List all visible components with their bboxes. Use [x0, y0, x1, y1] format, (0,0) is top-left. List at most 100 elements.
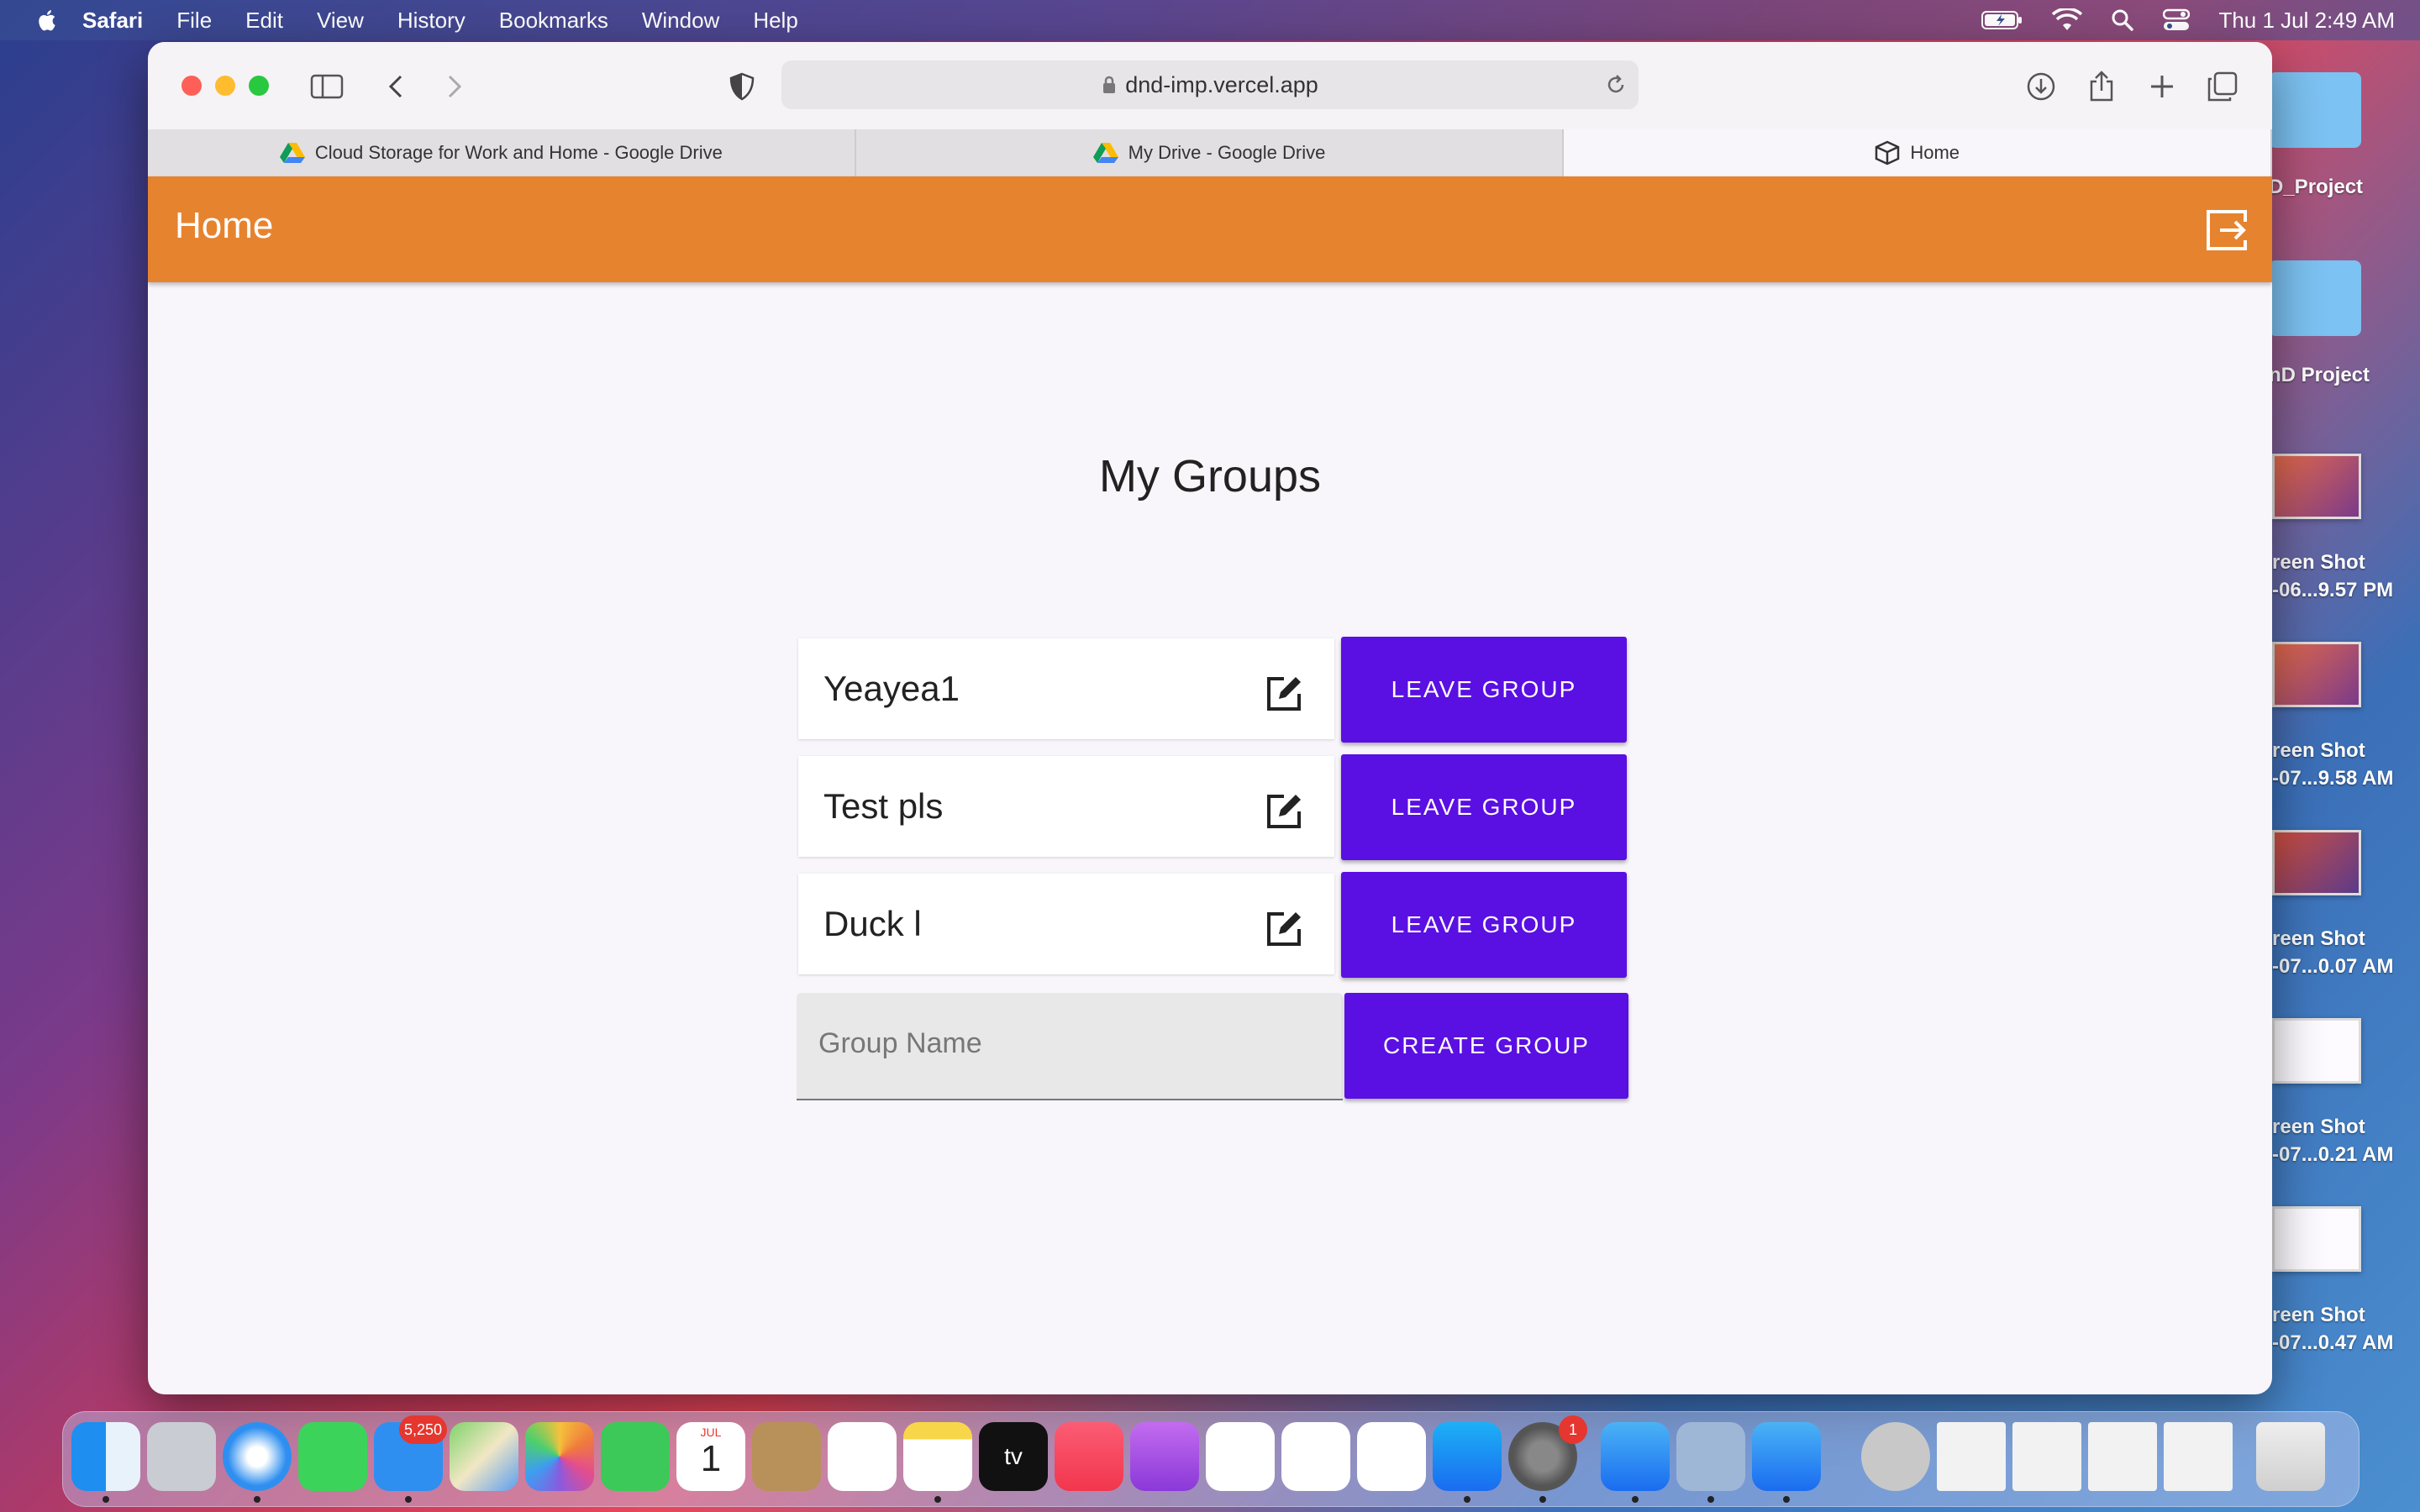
maps-icon[interactable]	[450, 1422, 518, 1491]
desktop-item-label[interactable]: D_Project	[2269, 175, 2403, 200]
menu-bookmarks[interactable]: Bookmarks	[499, 8, 608, 34]
group-name-input[interactable]	[817, 1026, 1307, 1061]
main-content: My Groups Yeayea1 LEAVE GROUP Test pls L…	[148, 282, 2272, 1394]
zoom-window-button[interactable]	[249, 76, 269, 96]
leave-group-button[interactable]: LEAVE GROUP	[1341, 754, 1627, 860]
menu-file[interactable]: File	[176, 8, 212, 34]
tab-overview-icon[interactable]	[2202, 66, 2244, 108]
running-indicator	[1632, 1496, 1639, 1503]
screenshot-stack-icon[interactable]	[2012, 1422, 2081, 1491]
document-thumbnail-icon[interactable]	[1937, 1422, 2006, 1491]
screenshot-stack-icon[interactable]	[2088, 1422, 2157, 1491]
messages-icon[interactable]	[298, 1422, 367, 1491]
running-indicator	[103, 1496, 109, 1503]
desktop-item-sublabel: -07...0.07 AM	[2272, 955, 2394, 978]
screenshot-thumbnail[interactable]	[2272, 1206, 2361, 1272]
google-drive-icon	[1092, 143, 1118, 163]
folder-icon[interactable]	[2269, 72, 2361, 148]
menu-bar-clock[interactable]: Thu 1 Jul 2:49 AM	[2218, 8, 2395, 34]
music-icon[interactable]	[1055, 1422, 1123, 1491]
minimize-window-button[interactable]	[215, 76, 235, 96]
menu-help[interactable]: Help	[753, 8, 797, 34]
desktop-item-label[interactable]: nD Project	[2269, 363, 2403, 388]
close-window-button[interactable]	[182, 76, 202, 96]
browser-toolbar: dnd-imp.vercel.app	[148, 42, 2272, 129]
sidebar-toggle-icon[interactable]	[306, 66, 348, 108]
logout-icon[interactable]	[2205, 208, 2249, 252]
running-indicator	[1707, 1496, 1714, 1503]
apple-tv-icon[interactable]: tv	[979, 1422, 1048, 1491]
contacts-icon[interactable]	[752, 1422, 821, 1491]
safari-icon[interactable]	[223, 1422, 292, 1491]
preview-icon[interactable]	[1676, 1422, 1745, 1491]
menu-history[interactable]: History	[397, 8, 466, 34]
podcasts-icon[interactable]	[1130, 1422, 1199, 1491]
reminders-icon[interactable]	[828, 1422, 897, 1491]
finder-icon[interactable]	[71, 1422, 140, 1491]
edit-icon[interactable]	[1264, 791, 1304, 832]
share-icon[interactable]	[2081, 66, 2123, 108]
keynote-icon[interactable]	[1206, 1422, 1275, 1491]
screenshot-thumbnail[interactable]	[2272, 454, 2361, 519]
screenshot-thumbnail[interactable]	[2272, 642, 2361, 707]
group-name-field[interactable]	[797, 993, 1343, 1100]
leave-group-button[interactable]: LEAVE GROUP	[1341, 872, 1627, 978]
app-store-icon[interactable]	[1433, 1422, 1502, 1491]
simulator-icon[interactable]	[1752, 1422, 1821, 1491]
group-row: Duck l LEAVE GROUP	[798, 872, 1778, 981]
leave-group-button[interactable]: LEAVE GROUP	[1341, 637, 1627, 743]
notes-icon[interactable]	[903, 1422, 972, 1491]
screenshot-thumbnail[interactable]	[2272, 830, 2361, 895]
desktop-item-label[interactable]: reen Shot	[2272, 927, 2365, 952]
downloads-stack-icon[interactable]	[2164, 1422, 2233, 1491]
menu-window[interactable]: Window	[642, 8, 719, 34]
group-name: Yeayea1	[823, 669, 960, 708]
address-bar[interactable]: dnd-imp.vercel.app	[781, 60, 1639, 109]
downloads-icon[interactable]	[2020, 66, 2062, 108]
screenshot-thumbnail[interactable]	[2272, 1018, 2361, 1084]
new-tab-icon[interactable]	[2141, 66, 2183, 108]
forward-icon[interactable]	[434, 66, 476, 108]
photos-icon[interactable]	[525, 1422, 594, 1491]
desktop-item-label[interactable]: reen Shot	[2272, 1115, 2365, 1140]
spotlight-search-icon[interactable]	[2111, 8, 2134, 32]
utility-icon[interactable]	[1861, 1422, 1930, 1491]
group-name: Duck l	[823, 904, 922, 943]
settings-badge: 1	[1559, 1415, 1587, 1444]
browser-tab-active[interactable]: Home	[1564, 129, 2272, 176]
browser-tab[interactable]: My Drive - Google Drive	[856, 129, 1565, 176]
group-name: Test pls	[823, 786, 944, 826]
macos-menu-bar: Safari File Edit View History Bookmarks …	[0, 0, 2420, 40]
tab-label: Home	[1910, 142, 1960, 163]
box-icon	[1876, 140, 1900, 165]
menu-edit[interactable]: Edit	[245, 8, 283, 34]
privacy-shield-icon[interactable]	[721, 66, 763, 108]
wifi-icon[interactable]	[2052, 8, 2083, 32]
browser-tab[interactable]: Cloud Storage for Work and Home - Google…	[148, 129, 856, 176]
numbers-icon[interactable]	[1281, 1422, 1350, 1491]
launchpad-icon[interactable]	[147, 1422, 216, 1491]
group-card: Yeayea1	[798, 638, 1334, 739]
pages-icon[interactable]	[1357, 1422, 1426, 1491]
xcode-icon[interactable]	[1601, 1422, 1670, 1491]
control-center-icon[interactable]	[2163, 8, 2191, 32]
safari-window: dnd-imp.vercel.app Cloud Storage for Wor…	[148, 42, 2272, 1394]
apple-menu-icon[interactable]	[35, 8, 60, 33]
edit-icon[interactable]	[1264, 674, 1304, 714]
desktop-item-label[interactable]: reen Shot	[2272, 738, 2365, 764]
menu-view[interactable]: View	[317, 8, 364, 34]
desktop-item-label[interactable]: reen Shot	[2272, 1303, 2365, 1328]
desktop-item-label[interactable]: reen Shot	[2272, 550, 2365, 575]
back-icon[interactable]	[375, 66, 417, 108]
calendar-icon[interactable]: JUL 1	[676, 1422, 745, 1491]
create-group-button[interactable]: CREATE GROUP	[1344, 993, 1628, 1099]
calendar-day: 1	[700, 1438, 722, 1479]
menu-app-name[interactable]: Safari	[82, 8, 143, 34]
battery-icon[interactable]	[1981, 9, 2023, 31]
reload-icon[interactable]	[1605, 74, 1627, 96]
facetime-icon[interactable]	[601, 1422, 670, 1491]
desktop-item-sublabel: -07...0.21 AM	[2272, 1143, 2394, 1166]
edit-icon[interactable]	[1264, 909, 1304, 949]
trash-icon[interactable]	[2256, 1422, 2325, 1491]
folder-icon[interactable]	[2269, 260, 2361, 336]
